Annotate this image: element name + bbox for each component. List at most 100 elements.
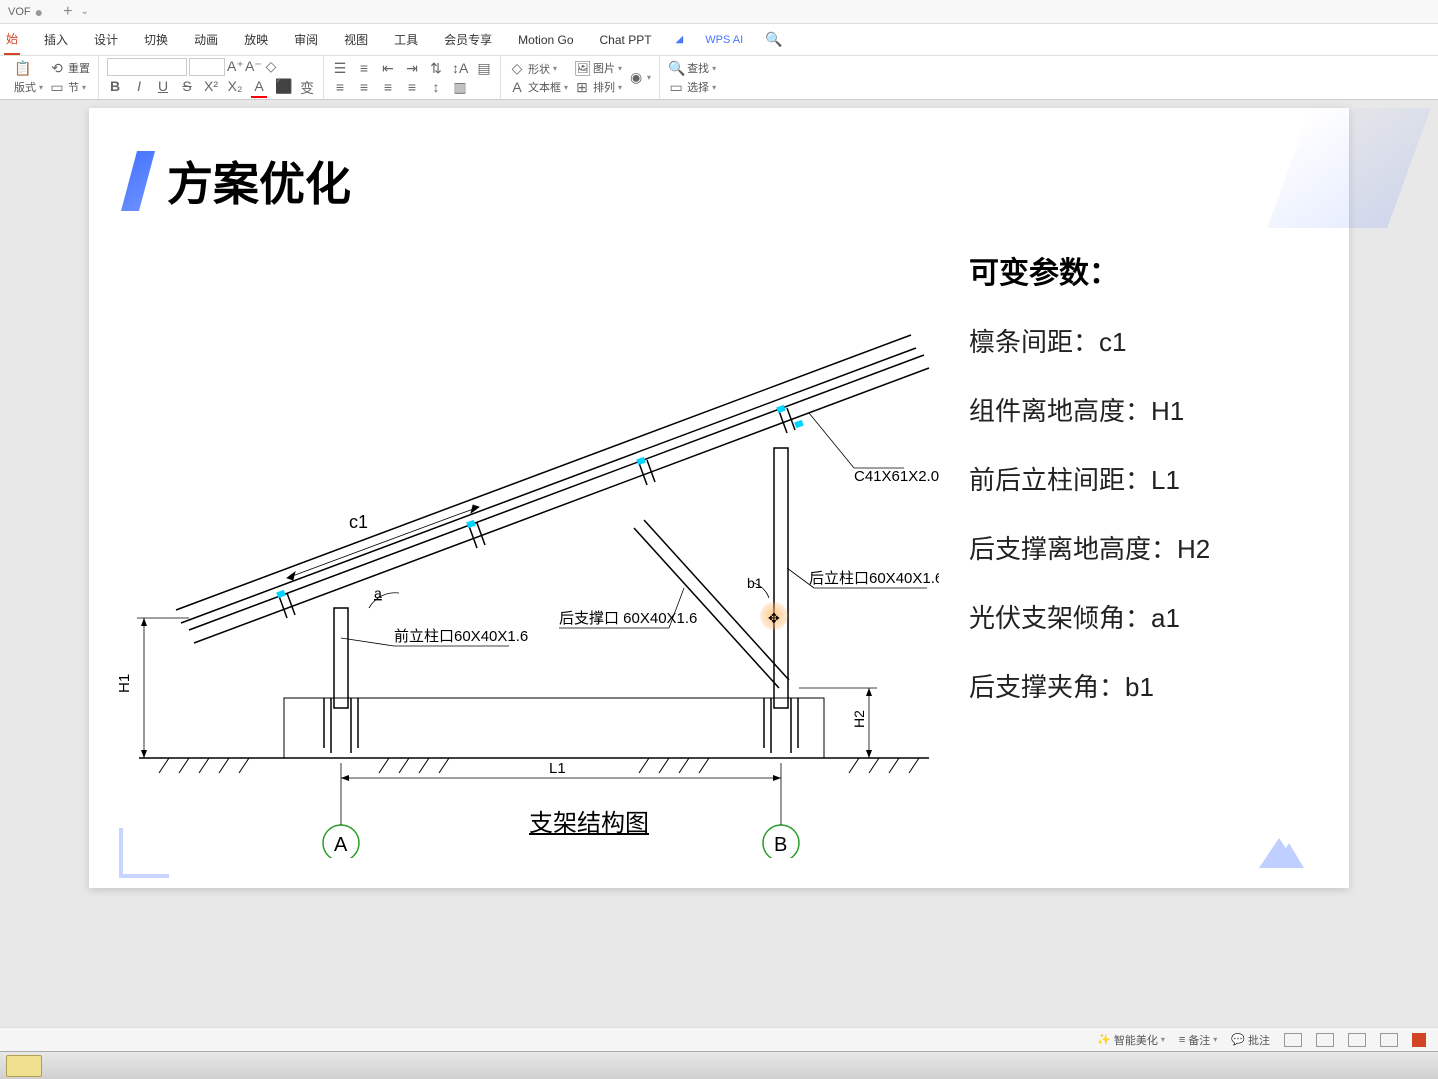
convert-smartart-button[interactable]: ▤ (476, 60, 492, 77)
ai-logo-icon: ◢ (676, 34, 684, 45)
diagram-svg: c1 a b1 C41X61X2.0 前立柱口60X40X1.6 (109, 238, 939, 858)
paste-icon: 📋 (14, 60, 30, 77)
chevron-down-icon: ▾ (82, 83, 86, 92)
align-text-button[interactable]: ↕A (452, 60, 468, 77)
find-button[interactable]: 🔍 查找 ▾ (668, 60, 716, 77)
clipboard-group: 📋 版式 ▾ ⟲ 重置 ▭ 节 ▾ (6, 56, 99, 99)
underline-button[interactable]: U (155, 78, 171, 98)
diagram-caption[interactable]: 支架结构图 (529, 803, 649, 838)
reset-button[interactable]: ⟲ 重置 (49, 60, 90, 77)
tab-member[interactable]: 会员专享 (442, 25, 494, 54)
bullet-list-button[interactable]: ☰ (332, 60, 348, 77)
reading-view-button[interactable] (1348, 1033, 1366, 1047)
superscript-button[interactable]: X² (203, 78, 219, 98)
image-icon: 🖼 (574, 60, 590, 77)
textbox-icon: A (509, 79, 525, 95)
os-taskbar (0, 1051, 1438, 1079)
slideshow-button[interactable] (1380, 1033, 1398, 1047)
tab-design[interactable]: 设计 (92, 25, 120, 54)
arrange-button[interactable]: ⊞ 排列 ▾ (574, 79, 622, 96)
document-tab[interactable]: VOF ● (8, 4, 43, 20)
align-center-button[interactable]: ≡ (356, 79, 372, 96)
tab-dropdown-icon[interactable]: ⌄ (80, 6, 88, 17)
add-tab-button[interactable]: + (63, 3, 72, 21)
subscript-button[interactable]: X₂ (227, 78, 243, 98)
text-direction-button[interactable]: ⇅ (428, 60, 444, 77)
format-dropdown[interactable]: 版式 ▾ (14, 79, 43, 95)
normal-view-button[interactable] (1284, 1033, 1302, 1047)
italic-button[interactable]: I (131, 78, 147, 98)
bold-button[interactable]: B (107, 78, 123, 98)
tab-view[interactable]: 视图 (342, 25, 370, 54)
find-icon: 🔍 (668, 60, 684, 77)
increase-indent-button[interactable]: ⇥ (404, 60, 420, 77)
section-icon: ▭ (49, 79, 65, 96)
strike-button[interactable]: S (179, 78, 195, 98)
select-icon: ▭ (668, 79, 684, 96)
decorative-accent (1249, 818, 1309, 878)
image-button[interactable]: 🖼 图片 ▾ (574, 60, 622, 77)
align-left-button[interactable]: ≡ (332, 79, 348, 96)
shape-button[interactable]: ◇ 形状 ▾ (509, 60, 568, 77)
tab-insert[interactable]: 插入 (42, 25, 70, 54)
comments-button[interactable]: 💬 批注 (1231, 1032, 1270, 1048)
tab-chat-ppt[interactable]: Chat PPT (598, 27, 654, 53)
chevron-down-icon: ▾ (618, 64, 622, 73)
select-button[interactable]: ▭ 选择 ▾ (668, 79, 716, 96)
tab-transition[interactable]: 切换 (142, 25, 170, 54)
slide-title[interactable]: 方案优化 (167, 148, 351, 214)
param-h2: 后支撑离地高度：H2 (969, 529, 1309, 566)
font-increase-button[interactable]: A⁺ (227, 58, 243, 76)
char-spacing-button[interactable]: 变 (299, 78, 315, 98)
chevron-down-icon: ▾ (647, 73, 651, 82)
align-right-button[interactable]: ≡ (380, 79, 396, 96)
parameters-panel[interactable]: 可变参数： 檩条间距：c1 组件离地高度：H1 前后立柱间距：L1 后支撑离地高… (969, 248, 1309, 736)
zoom-button[interactable] (1412, 1033, 1426, 1047)
section-dropdown[interactable]: ▭ 节 ▾ (49, 79, 90, 96)
number-list-button[interactable]: ≡ (356, 60, 372, 77)
chevron-down-icon: ▾ (712, 83, 716, 92)
tab-motion-go[interactable]: Motion Go (516, 27, 575, 53)
param-a1: 光伏支架倾角：a1 (969, 598, 1309, 635)
label-c1: c1 (349, 512, 368, 532)
align-justify-button[interactable]: ≡ (404, 79, 420, 96)
wps-ai-button[interactable]: WPS AI (705, 34, 743, 46)
font-decrease-button[interactable]: A⁻ (245, 58, 261, 76)
columns-button[interactable]: ▥ (452, 79, 468, 96)
label-l1: L1 (549, 760, 566, 777)
tab-tools[interactable]: 工具 (392, 25, 420, 54)
search-icon[interactable]: 🔍 (765, 31, 782, 48)
notes-icon: ≡ (1179, 1034, 1185, 1046)
fill-button[interactable]: ◉ ▾ (628, 69, 651, 86)
taskbar-app-icon[interactable] (6, 1055, 42, 1077)
notes-button[interactable]: ≡ 备注 ▾ (1179, 1032, 1217, 1048)
tab-animation[interactable]: 动画 (192, 25, 220, 54)
highlight-button[interactable]: ⬛ (275, 78, 291, 98)
doc-name-hint: VOF (8, 6, 31, 18)
label-h2: H2 (851, 710, 867, 728)
close-tab-icon[interactable]: ● (35, 4, 43, 20)
sorter-view-button[interactable] (1316, 1033, 1334, 1047)
slide[interactable]: 方案优化 (89, 108, 1349, 888)
comment-icon: 💬 (1231, 1033, 1245, 1046)
reset-icon: ⟲ (49, 60, 65, 77)
canvas-area: 方案优化 (0, 100, 1438, 1051)
line-spacing-button[interactable]: ↕ (428, 79, 444, 96)
font-color-button[interactable]: A (251, 78, 267, 98)
font-size-input[interactable] (189, 58, 225, 76)
structure-diagram[interactable]: c1 a b1 C41X61X2.0 前立柱口60X40X1.6 (109, 238, 939, 858)
font-family-input[interactable] (107, 58, 187, 76)
chevron-down-icon: ▾ (712, 64, 716, 73)
tab-review[interactable]: 审阅 (292, 25, 320, 54)
smart-beautify-button[interactable]: ✨ 智能美化 ▾ (1097, 1032, 1165, 1048)
param-c1: 檩条间距：c1 (969, 322, 1309, 359)
editing-group: 🔍 查找 ▾ ▭ 选择 ▾ (660, 56, 724, 99)
tab-slideshow[interactable]: 放映 (242, 25, 270, 54)
clear-format-button[interactable]: ◇ (263, 58, 279, 76)
title-bar: VOF ● + ⌄ (0, 0, 1438, 24)
decrease-indent-button[interactable]: ⇤ (380, 60, 396, 77)
tab-start[interactable]: 始 (4, 24, 20, 55)
textbox-button[interactable]: A 文本框 ▾ (509, 79, 568, 95)
paste-button[interactable]: 📋 (14, 60, 43, 77)
chevron-down-icon: ▾ (1213, 1035, 1217, 1044)
